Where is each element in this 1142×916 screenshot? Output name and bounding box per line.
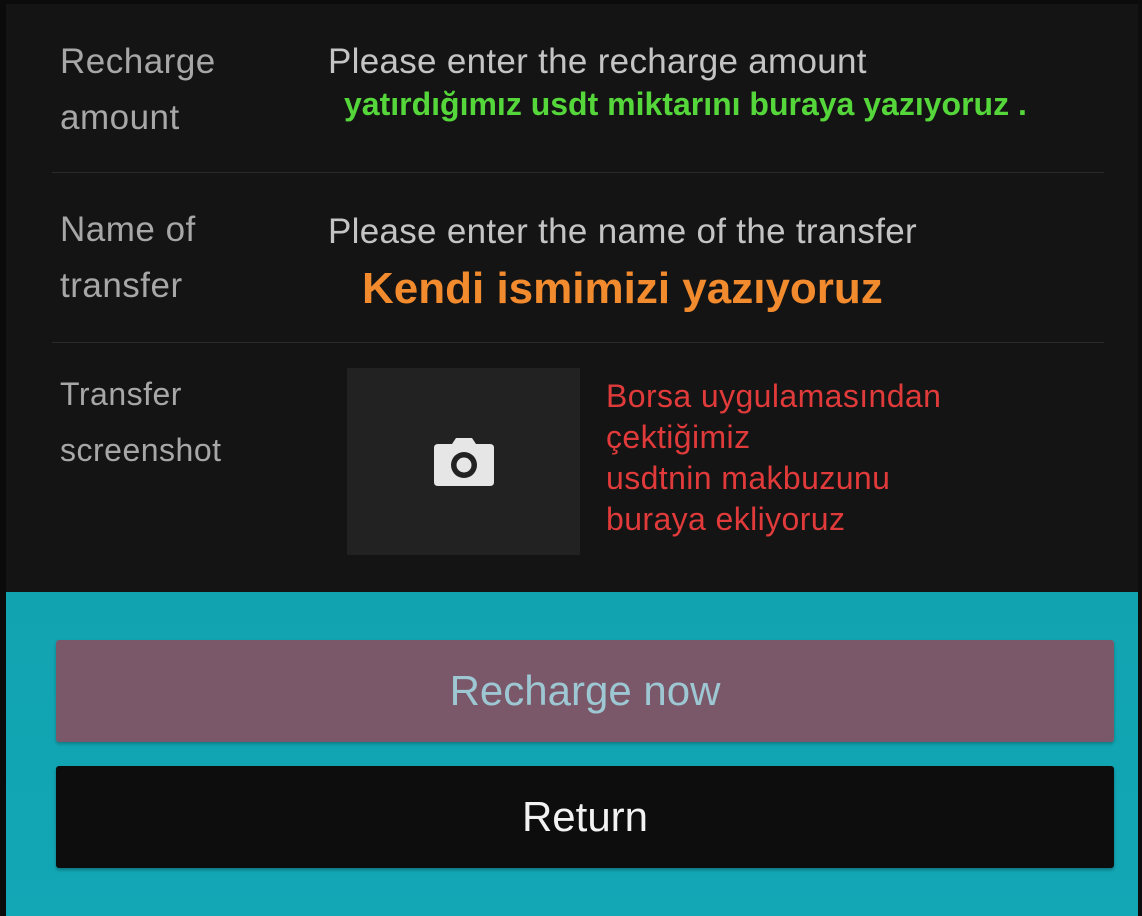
- transfer-screenshot-label: Transfer screenshot: [60, 376, 222, 468]
- return-button[interactable]: Return: [56, 766, 1114, 868]
- action-bar: Recharge now Return: [0, 592, 1142, 916]
- transfer-screenshot-row: Transfer screenshot Borsa uygulamasından…: [6, 344, 1142, 596]
- transfer-name-input[interactable]: Please enter the name of the transfer: [328, 210, 917, 254]
- divider: [52, 342, 1104, 343]
- screen-edge: [1138, 0, 1142, 916]
- recharge-amount-row: Recharge amount Please enter the recharg…: [6, 4, 1142, 172]
- transfer-name-row: Name of transfer Please enter the name o…: [6, 174, 1142, 342]
- transfer-screenshot-annotation: Borsa uygulamasından çektiğimiz usdtnin …: [606, 378, 942, 537]
- transfer-name-annotation: Kendi ismimizi yazıyoruz: [362, 264, 883, 313]
- recharge-amount-input[interactable]: Please enter the recharge amount: [328, 40, 867, 84]
- divider: [52, 172, 1104, 173]
- recharge-amount-annotation: yatırdığımız usdt miktarını buraya yazıy…: [344, 86, 1027, 122]
- recharge-now-button[interactable]: Recharge now: [56, 640, 1114, 742]
- recharge-form: Recharge amount Please enter the recharg…: [0, 0, 1142, 592]
- camera-icon: [433, 437, 494, 486]
- transfer-name-label: Name of transfer: [60, 210, 196, 305]
- recharge-amount-label: Recharge amount: [60, 42, 216, 137]
- screenshot-upload-button[interactable]: [347, 368, 580, 555]
